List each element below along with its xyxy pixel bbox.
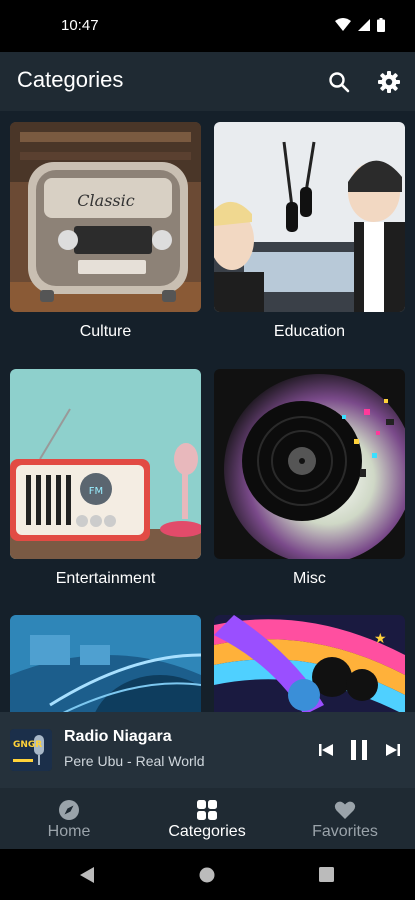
bottom-navigation: Home Categories Favorites [0,788,415,849]
category-card-education[interactable]: Education [214,122,405,341]
skip-previous-icon [319,744,333,756]
next-button[interactable] [381,738,405,762]
nav-categories[interactable]: Categories [138,788,276,849]
heart-icon [334,801,356,819]
category-card-culture[interactable]: Classic Culture [10,122,201,341]
compass-icon [59,800,79,820]
search-button[interactable] [325,68,353,96]
music-party-image: ★ [214,615,405,712]
category-label: Misc [293,570,326,587]
nav-home-label: Home [47,823,91,840]
mini-player[interactable]: GNGR Radio Niagara Pere Ubu - Real World [0,712,415,788]
podcast-artwork: GNGR [10,729,52,771]
fm-radio-image: FM [10,369,201,559]
status-bar: 10:47 [0,0,415,52]
gear-icon [378,71,400,93]
category-card-misc[interactable]: Misc [214,369,405,588]
recents-icon[interactable] [319,867,334,882]
category-label: Culture [79,323,132,340]
grid-icon [197,800,217,820]
signal-icon [358,19,370,31]
player-track-subtitle: Pere Ubu - Real World [64,753,205,769]
pause-icon [351,740,367,760]
svg-text:FM: FM [89,486,103,497]
svg-text:GNGR: GNGR [13,740,42,750]
back-icon[interactable] [79,866,95,884]
previous-button[interactable] [314,738,338,762]
pause-button[interactable] [347,738,371,762]
nav-favorites[interactable]: Favorites [276,788,414,849]
skip-next-icon [386,744,400,756]
nav-home[interactable]: Home [0,788,138,849]
system-navigation-bar [0,849,415,900]
status-time: 10:47 [61,17,99,34]
nav-favorites-label: Favorites [312,823,378,840]
globe-tech-image [10,615,201,712]
categories-grid: Classic Culture Education FM Entertainme… [0,111,415,712]
svg-text:Classic: Classic [77,191,134,210]
home-circle-icon[interactable] [199,867,215,883]
page-title: Categories [17,67,124,92]
app-bar: Categories [0,52,415,111]
wifi-icon [335,18,351,31]
category-label: Entertainment [55,570,156,587]
radio-studio-image [214,122,405,312]
category-card-5[interactable] [10,615,201,712]
vinyl-record-image [214,369,405,559]
category-card-6[interactable]: ★ [214,615,405,712]
nav-categories-label: Categories [168,823,246,840]
status-icons [335,18,385,32]
category-card-entertainment[interactable]: FM Entertainment [10,369,201,588]
svg-text:★: ★ [374,631,387,647]
search-icon [329,72,350,93]
player-station-title: Radio Niagara [64,728,172,745]
category-label: Education [273,323,346,340]
vintage-radio-image: Classic [10,122,201,312]
battery-icon [377,18,385,32]
settings-button[interactable] [375,68,403,96]
